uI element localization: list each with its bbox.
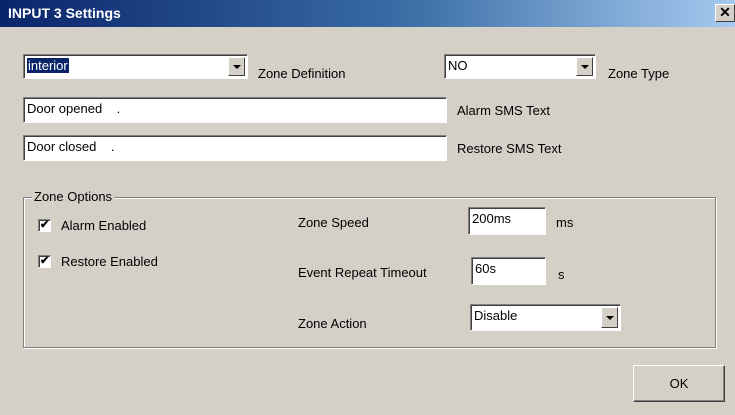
zone-speed-label: Zone Speed [298,215,369,230]
checkmark-icon: ✔ [40,255,50,267]
zone-action-label: Zone Action [298,316,367,331]
event-repeat-timeout-value: 60s [475,261,496,276]
zone-options-legend: Zone Options [32,189,115,204]
alarm-sms-text-label: Alarm SMS Text [457,103,550,118]
event-repeat-timeout-input[interactable]: 60s [471,257,546,285]
chevron-down-icon [232,64,241,69]
zone-definition-dropdown-button[interactable] [228,57,245,76]
event-repeat-timeout-label: Event Repeat Timeout [298,265,427,280]
alarm-enabled-checkbox[interactable]: ✔ [38,219,51,232]
restore-sms-text-value: Door closed . [27,139,115,154]
chevron-down-icon [605,315,614,320]
zone-definition-label: Zone Definition [258,66,346,81]
zone-action-dropdown-button[interactable] [601,307,618,328]
zone-definition-value: interior [27,58,69,73]
zone-action-select[interactable]: Disable [470,304,621,331]
checkmark-icon: ✔ [40,219,50,231]
zone-type-select[interactable]: NO [444,54,596,79]
zone-type-label: Zone Type [608,66,670,81]
restore-enabled-checkbox[interactable]: ✔ [38,255,51,268]
close-button[interactable]: ✕ [715,4,735,22]
zone-speed-input[interactable]: 200ms [468,207,546,235]
zone-type-dropdown-button[interactable] [576,57,593,76]
chevron-down-icon [580,64,589,69]
restore-sms-text-input[interactable]: Door closed . [23,135,447,161]
event-repeat-timeout-unit: s [558,267,565,282]
zone-speed-value: 200ms [472,211,512,226]
window-title: INPUT 3 Settings [8,5,121,21]
alarm-enabled-label[interactable]: Alarm Enabled [61,218,146,233]
restore-enabled-label[interactable]: Restore Enabled [61,254,158,269]
zone-type-value: NO [448,58,468,73]
zone-definition-select[interactable]: interior [23,54,248,79]
ok-button[interactable]: OK [633,365,725,402]
zone-speed-unit: ms [556,215,574,230]
title-bar[interactable]: INPUT 3 Settings ✕ [0,0,735,27]
zone-action-value: Disable [474,308,518,323]
restore-sms-text-label: Restore SMS Text [457,141,562,156]
alarm-sms-text-value: Door opened . [27,101,121,116]
alarm-sms-text-input[interactable]: Door opened . [23,97,447,123]
close-icon: ✕ [719,4,731,20]
